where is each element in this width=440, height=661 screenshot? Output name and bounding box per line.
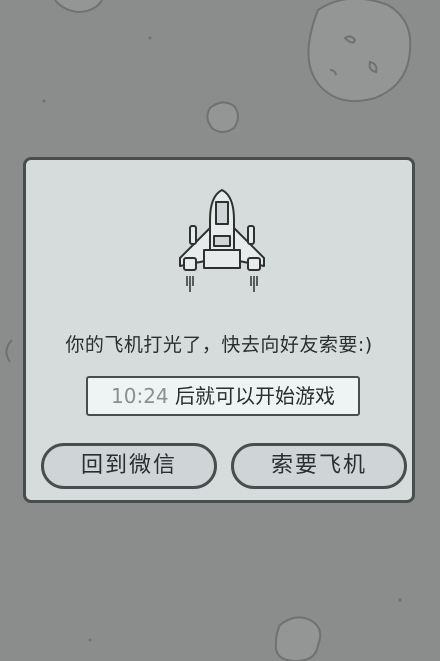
countdown-box: 10:24 后就可以开始游戏 — [86, 376, 360, 416]
out-of-planes-message: 你的飞机打光了，快去向好友索要:) — [65, 334, 373, 356]
game-over-dialog: 你的飞机打光了，快去向好友索要:) 10:24 后就可以开始游戏 回到微信 索要… — [23, 157, 415, 503]
star-dot — [148, 36, 152, 40]
star-dot — [88, 638, 92, 642]
star-dot — [398, 598, 402, 602]
countdown-time: 10:24 — [111, 384, 169, 408]
star-dot — [42, 99, 46, 103]
back-to-wechat-button[interactable]: 回到微信 — [41, 443, 217, 489]
countdown-text: 后就可以开始游戏 — [168, 384, 335, 408]
request-plane-button[interactable]: 索要飞机 — [231, 443, 407, 489]
plane-icon — [174, 188, 270, 306]
